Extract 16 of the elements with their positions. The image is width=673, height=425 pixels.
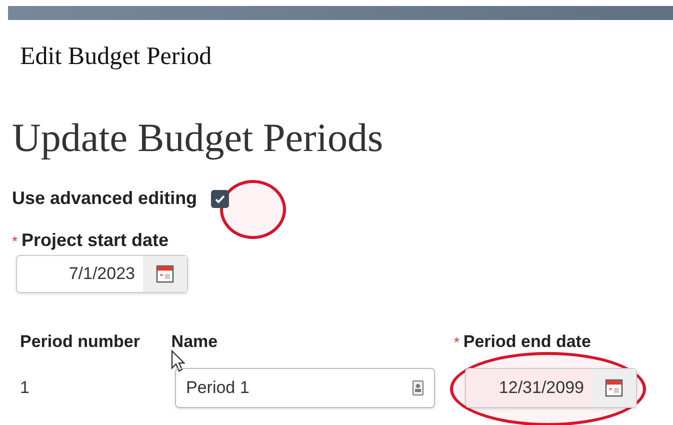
required-mark: * bbox=[12, 232, 18, 250]
field-label: Project start date bbox=[21, 228, 169, 252]
date-value: 7/1/2023 bbox=[68, 262, 136, 285]
start-date-field[interactable]: 7/1/2023 bbox=[16, 254, 188, 292]
required-mark: * bbox=[454, 332, 460, 352]
page-heading: Update Budget Periods bbox=[11, 116, 384, 160]
checkbox-label: Use advanced editing bbox=[12, 187, 198, 210]
dialog-title: Edit Budget Period bbox=[19, 42, 213, 72]
name-field[interactable]: Period 1 bbox=[175, 368, 435, 408]
column-header: Period number bbox=[20, 330, 140, 353]
period-number: 1 bbox=[20, 376, 30, 399]
end-date-field[interactable]: 12/31/2099 bbox=[465, 368, 637, 408]
column-header: Name bbox=[171, 330, 218, 353]
date-value: 12/31/2099 bbox=[498, 376, 585, 399]
column-header: Period end date bbox=[463, 330, 591, 353]
name-value: Period 1 bbox=[186, 376, 250, 399]
